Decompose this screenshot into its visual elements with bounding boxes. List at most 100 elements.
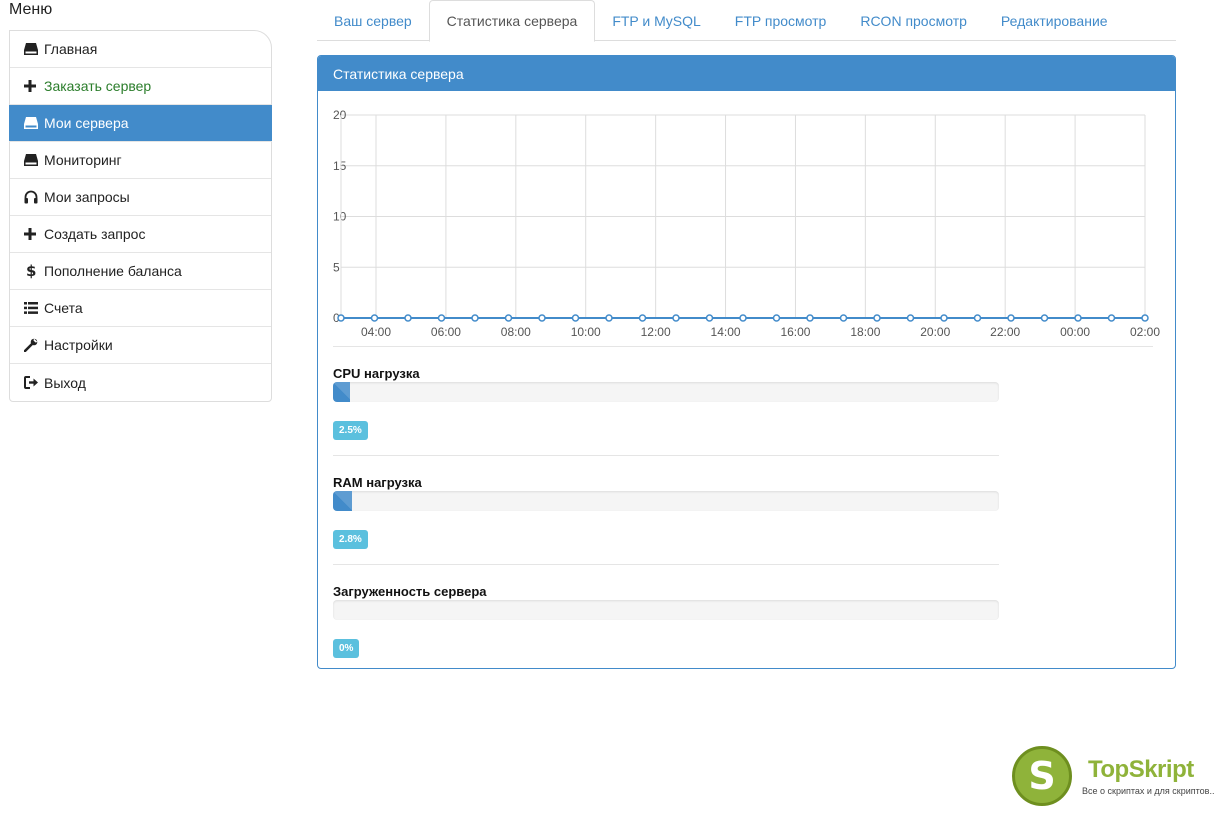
sidebar-item-monitoring[interactable]: Мониторинг: [10, 142, 271, 179]
sidebar-item-label: Мои сервера: [44, 115, 129, 131]
logout-icon: [24, 376, 44, 389]
hdd-icon: [24, 43, 44, 55]
sidebar-item-settings[interactable]: Настройки: [10, 327, 271, 364]
ram-progress-bar: [333, 491, 999, 511]
svg-text:$: $: [26, 263, 36, 279]
x-tick-label: 06:00: [431, 325, 461, 339]
x-tick-label: 10:00: [571, 325, 601, 339]
data-point: [973, 314, 982, 322]
cpu-badge: 2.5%: [333, 421, 368, 440]
sidebar-item-label: Мои запросы: [44, 189, 130, 205]
x-tick-label: 12:00: [641, 325, 671, 339]
data-point: [437, 314, 446, 322]
dollar-icon: $: [24, 263, 44, 279]
data-point: [370, 314, 379, 322]
divider: [333, 564, 999, 565]
sidebar-item-order-server[interactable]: Заказать сервер: [10, 68, 271, 105]
stats-chart: 0510152004:00 06:00 08:00 10:00 12:00 14:00 16…: [333, 108, 1160, 339]
tab-edit[interactable]: Редактирование: [984, 0, 1125, 41]
data-point: [1141, 314, 1149, 322]
list-icon: [24, 302, 44, 314]
data-point: [906, 314, 915, 322]
server-load-badge: 0%: [333, 639, 360, 658]
ram-progress-fill: [333, 491, 352, 511]
x-tick-label: 20:00: [920, 325, 950, 339]
plus-icon: [24, 80, 44, 92]
logo-emblem: S: [1012, 746, 1072, 806]
logo-tagline: Все о скриптах и для скриптов...: [1082, 786, 1215, 796]
server-tabs: Ваш сервер Статистика сервера FTP и MySQ…: [317, 0, 1176, 42]
stats-panel: Статистика сервера 0 5 10 15 20 04:00 06:00 08:…: [317, 55, 1176, 669]
tab-your-server[interactable]: Ваш сервер: [317, 0, 429, 41]
data-point: [705, 314, 714, 322]
tab-ftp-mysql[interactable]: FTP и MySQL: [595, 0, 717, 41]
menu-title: Меню: [9, 1, 53, 18]
data-point: [672, 314, 680, 322]
cpu-progress-bar: [333, 382, 999, 402]
x-tick-label: 08:00: [501, 325, 531, 339]
ram-badge: 2.8%: [333, 530, 368, 549]
server-load-progress-bar: [333, 600, 999, 620]
divider: [333, 455, 999, 456]
tab-server-stats[interactable]: Статистика сервера: [428, 0, 596, 42]
sidebar-item-label: Заказать сервер: [44, 78, 152, 94]
cpu-progress-fill: [333, 382, 350, 402]
sidebar-item-label: Настройки: [44, 337, 113, 353]
ram-metric-title: RAM нагрузка: [333, 475, 422, 490]
tab-rcon-view[interactable]: RCON просмотр: [843, 0, 984, 41]
server-load-metric-title: Загруженность сервера: [333, 584, 487, 599]
sidebar-item-my-requests[interactable]: Мои запросы: [10, 179, 271, 216]
sidebar-item-my-servers[interactable]: Мои сервера: [9, 105, 272, 142]
sidebar-item-label: Создать запрос: [44, 226, 146, 242]
wrench-icon: [24, 338, 44, 352]
logo-letter: S: [1028, 754, 1056, 798]
data-point: [1107, 314, 1116, 322]
sidebar-item-home[interactable]: Главная: [10, 31, 271, 68]
hdd-icon: [24, 117, 44, 129]
x-tick-label: 22:00: [990, 325, 1020, 339]
hdd-icon: [24, 154, 44, 166]
data-point: [1040, 314, 1049, 322]
data-point: [806, 314, 814, 322]
sidebar-item-logout[interactable]: Выход: [10, 364, 271, 401]
sidebar-item-label: Пополнение баланса: [44, 263, 182, 279]
x-tick-label: 18:00: [850, 325, 880, 339]
data-point: [504, 314, 513, 322]
sidebar-item-label: Счета: [44, 300, 83, 316]
data-point: [1007, 314, 1015, 322]
logo-name: TopSkript: [1088, 756, 1194, 783]
data-point: [739, 314, 747, 322]
data-point: [571, 314, 580, 322]
data-point: [940, 314, 948, 322]
data-point: [839, 314, 848, 322]
topskript-logo: S TopSkript Все о скриптах и для скрипто…: [1012, 746, 1215, 808]
data-point: [404, 314, 412, 322]
data-point: [873, 314, 881, 322]
data-point: [638, 314, 647, 322]
y-tick-label: 5: [333, 260, 340, 274]
cpu-metric: CPU нагрузка 2.5%: [333, 366, 999, 440]
sidebar-item-invoices[interactable]: Счета: [10, 290, 271, 327]
sidebar-item-label: Выход: [44, 374, 86, 391]
x-tick-label: 16:00: [780, 325, 810, 339]
server-load-metric: Загруженность сервера 0%: [333, 584, 999, 658]
y-tick-label: 20: [333, 108, 347, 122]
x-tick-label: 04:00: [361, 325, 391, 339]
ram-metric: RAM нагрузка 2.8%: [333, 475, 999, 549]
tab-ftp-view[interactable]: FTP просмотр: [718, 0, 844, 41]
sidebar-item-create-request[interactable]: Создать запрос: [10, 216, 271, 253]
data-point: [337, 314, 345, 322]
sidebar-item-label: Главная: [44, 41, 98, 57]
data-point: [605, 314, 613, 322]
x-tick-label: 14:00: [711, 325, 741, 339]
divider: [333, 346, 1153, 347]
sidebar-item-top-up-balance[interactable]: $ Пополнение баланса: [10, 253, 271, 290]
cpu-metric-title: CPU нагрузка: [333, 366, 420, 381]
plus-icon: [24, 228, 44, 240]
headphones-icon: [24, 190, 44, 204]
x-tick-label: 02:00: [1130, 325, 1160, 339]
data-point: [538, 314, 546, 322]
x-tick-label: 00:00: [1060, 325, 1090, 339]
y-tick-label: 15: [333, 159, 347, 173]
sidebar-item-label: Мониторинг: [44, 152, 122, 168]
